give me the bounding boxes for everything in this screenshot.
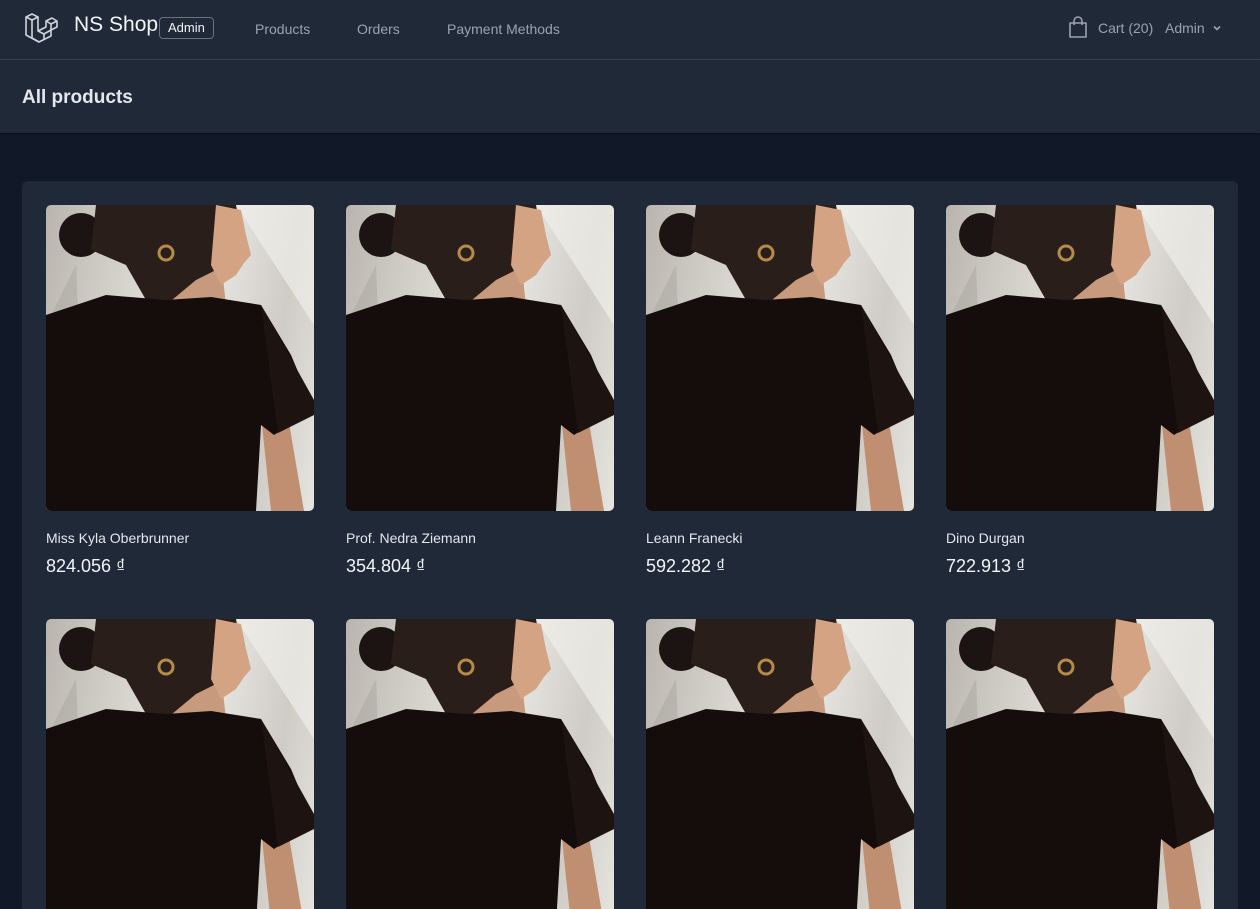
nav-products-link[interactable]: Products xyxy=(255,20,310,38)
product-image[interactable] xyxy=(346,619,614,909)
page-title: All products xyxy=(22,87,133,108)
products-panel: Miss Kyla Oberbrunner 824.056 ₫ Prof. Ne… xyxy=(22,181,1238,909)
top-navbar: NS Shop Admin Products Orders Payment Me… xyxy=(0,0,1260,60)
page-header: All products xyxy=(0,60,1260,133)
product-name[interactable]: Leann Franecki xyxy=(646,530,743,546)
product-card[interactable]: Miss Kyla Oberbrunner 824.056 ₫ xyxy=(46,205,314,576)
product-name[interactable]: Miss Kyla Oberbrunner xyxy=(46,530,189,546)
laravel-logo-icon[interactable] xyxy=(24,11,58,45)
chevron-down-icon xyxy=(1213,25,1221,31)
product-card[interactable]: Dino Durgan 722.913 ₫ xyxy=(946,205,1214,576)
user-menu-dropdown[interactable]: Admin xyxy=(1165,20,1221,38)
product-price: 592.282 ₫ xyxy=(646,556,726,576)
nav-orders-link[interactable]: Orders xyxy=(357,20,400,38)
product-image[interactable] xyxy=(346,205,614,511)
product-image[interactable] xyxy=(946,619,1214,909)
user-name: Admin xyxy=(1165,20,1205,36)
product-card[interactable]: Prof. Nedra Ziemann 354.804 ₫ xyxy=(346,205,614,576)
shopping-bag-icon xyxy=(1069,16,1087,38)
product-image[interactable] xyxy=(46,619,314,909)
product-price: 722.913 ₫ xyxy=(946,556,1026,576)
product-image[interactable] xyxy=(646,619,914,909)
product-price: 354.804 ₫ xyxy=(346,556,426,576)
product-card[interactable] xyxy=(46,619,314,909)
product-card[interactable] xyxy=(346,619,614,909)
product-card[interactable] xyxy=(646,619,914,909)
product-card[interactable]: Leann Franecki 592.282 ₫ xyxy=(646,205,914,576)
product-image[interactable] xyxy=(646,205,914,511)
product-card[interactable] xyxy=(946,619,1214,909)
product-image[interactable] xyxy=(46,205,314,511)
product-name[interactable]: Dino Durgan xyxy=(946,530,1025,546)
product-image[interactable] xyxy=(946,205,1214,511)
admin-badge: Admin xyxy=(159,17,214,39)
nav-payment-methods-link[interactable]: Payment Methods xyxy=(447,20,560,38)
product-price: 824.056 ₫ xyxy=(46,556,126,576)
cart-label: Cart (20) xyxy=(1098,20,1154,36)
brand-name[interactable]: NS Shop xyxy=(74,12,158,38)
product-name[interactable]: Prof. Nedra Ziemann xyxy=(346,530,476,546)
